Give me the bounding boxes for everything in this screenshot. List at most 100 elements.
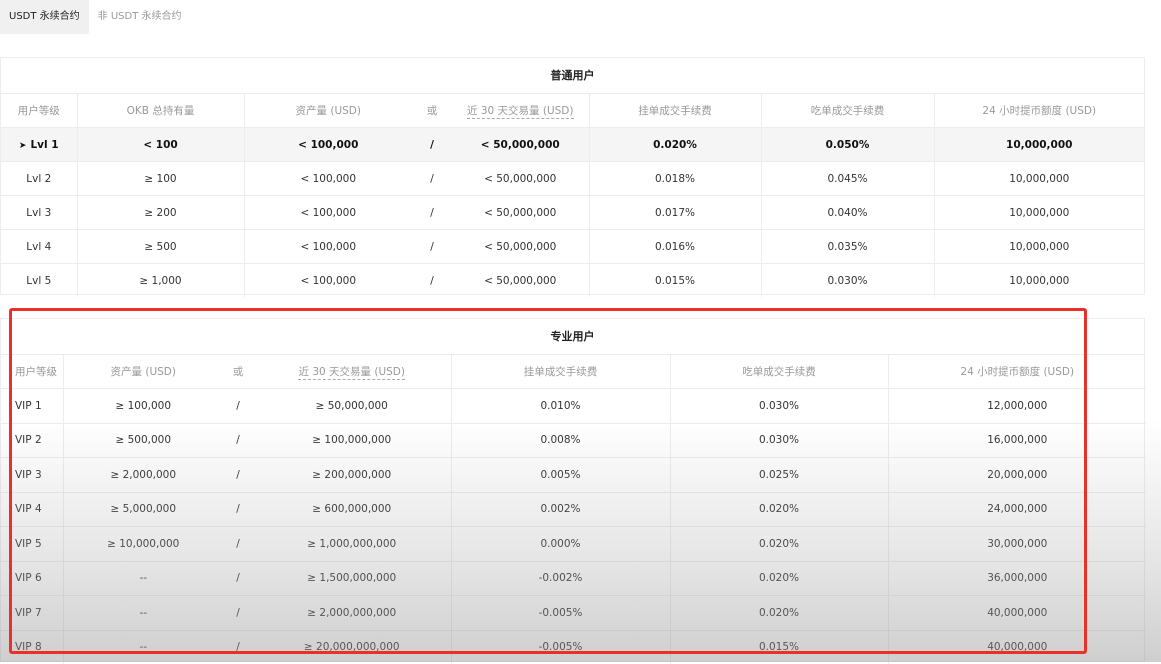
cell-maker-fee: 0.015% (589, 263, 762, 297)
cell-level: VIP 4 (1, 492, 64, 527)
cell-withdraw-limit: 10,000,000 (934, 229, 1144, 264)
normal-users-panel: 普通用户 用户等级 OKB 总持有量 资产量 (USD) 或 近 30 天交易量… (0, 57, 1145, 297)
cell-value: 10,000,000 (1009, 274, 1070, 287)
cell-volume: ≥ 1,500,000,000 (253, 561, 452, 596)
volume-tooltip-label[interactable]: 近 30 天交易量 (USD) (466, 105, 574, 119)
table-row: VIP 7 -- / ≥ 2,000,000,000 -0.005% 0.020% 40,0… (1, 595, 1146, 631)
volume-tooltip-label[interactable]: 近 30 天交易量 (USD) (298, 366, 405, 380)
cell-maker-fee: -0.002% (451, 561, 671, 596)
col-header-taker-fee: 吃单成交手续费 (761, 94, 935, 128)
cell-level: VIP 3 (1, 457, 64, 493)
table-row: VIP 3 ≥ 2,000,000/≥ 200,000,000 0.005% 0.02… (1, 457, 1146, 493)
cell-okb: < 100 (77, 127, 245, 162)
cell-assets: ≥ 100,000 (63, 388, 223, 424)
cell-maker-fee: -0.005% (451, 630, 671, 664)
cell-withdraw-limit: 12,000,000 (888, 388, 1146, 424)
cell-level: VIP 7 (1, 595, 64, 631)
cell-value: < 50,000,000 (484, 206, 557, 219)
cell-value: 10,000,000 (1009, 240, 1070, 253)
cell-okb: ≥ 100 (77, 161, 245, 196)
cell-level: Lvl 3 (1, 195, 78, 230)
cell-maker-fee: -0.005% (451, 595, 671, 631)
cell-withdraw-limit: 10,000,000 (934, 161, 1144, 196)
cell-maker-fee: 0.018% (589, 161, 762, 196)
cell-maker-fee: 0.000% (451, 526, 671, 562)
cell-value: / (430, 138, 434, 151)
cell-value: 0.020% (653, 138, 697, 151)
table-row: Lvl 3 ≥ 200 < 100,000 / < 50,000,000 0.017% 0.… (1, 195, 1144, 230)
col-header-okb: OKB 总持有量 (77, 94, 245, 128)
col-header-volume[interactable]: 近 30 天交易量 (USD) (253, 355, 452, 389)
table-row: ➤ Lvl 1 < 100 < 100,000 / < 50,000,000 0.020% 0… (1, 127, 1144, 162)
cell-value: 0.015% (654, 274, 696, 287)
cell-value: < 50,000,000 (484, 274, 557, 287)
normal-users-table: 用户等级 OKB 总持有量 资产量 (USD) 或 近 30 天交易量 (USD… (1, 94, 1144, 297)
contract-type-tabs: USDT 永续合约 非 USDT 永续合约 (0, 0, 191, 34)
tab-usdt-perpetual[interactable]: USDT 永续合约 (0, 0, 89, 34)
cell-value: Lvl 3 (26, 206, 52, 219)
table-row: Lvl 5 ≥ 1,000 < 100,000 / < 50,000,000 0.015%… (1, 263, 1144, 298)
cell-value: 0.018% (654, 172, 696, 185)
col-header-assets: 资产量 (USD) (63, 355, 223, 389)
cell-okb: ≥ 1,000 (77, 263, 245, 297)
cell-withdraw-limit: 10,000,000 (934, 264, 1144, 298)
cell-or: / (223, 561, 253, 596)
col-header-maker-fee: 挂单成交手续费 (589, 94, 762, 128)
cell-volume: ≥ 50,000,000 (253, 388, 452, 424)
cell-okb: ≥ 200 (77, 195, 245, 230)
cell-value: 0.040% (827, 206, 868, 219)
cell-withdraw-limit: 30,000,000 (888, 526, 1146, 562)
pro-users-panel: 专业用户 用户等级 资产量 (USD) 或 近 30 天交易量 (USD) 挂单… (0, 318, 1146, 664)
cell-maker-fee: 0.017% (589, 195, 762, 230)
col-header-volume[interactable]: 近 30 天交易量 (USD) (452, 94, 590, 128)
cell-taker-fee: 0.015% (670, 630, 889, 664)
cell-taker-fee: 0.020% (670, 561, 889, 596)
cell-maker-fee: 0.020% (589, 127, 762, 162)
cell-taker-fee: 0.030% (670, 423, 889, 458)
cell-or: / (412, 264, 452, 298)
cell-or: / (223, 388, 253, 424)
cell-level: Lvl 5 (1, 263, 78, 297)
table-row: VIP 4 ≥ 5,000,000/≥ 600,000,000 0.002% 0.02… (1, 492, 1146, 527)
cell-assets: -- (139, 641, 148, 654)
cell-assets: -- (63, 561, 223, 596)
cell-value: < 50,000,000 (484, 240, 557, 253)
cell-withdraw-limit: 24,000,000 (888, 492, 1146, 527)
cell-withdraw-limit: 40,000,000 (888, 595, 1146, 631)
cell-taker-fee: 0.030% (670, 388, 889, 424)
cell-or: / (412, 161, 452, 196)
col-header-withdraw-limit: 24 小时提币额度 (USD) (934, 94, 1144, 128)
cell-value: 10,000,000 (1009, 206, 1070, 219)
col-header-or: 或 (223, 355, 253, 389)
cell-okb: ≥ 500 (77, 229, 245, 264)
cell-taker-fee: 0.025% (670, 457, 889, 493)
cell-value: 0.030% (827, 274, 868, 287)
table-header-row: 用户等级 OKB 总持有量 资产量 (USD) 或 近 30 天交易量 (USD… (1, 94, 1144, 128)
cell-assets: < 100,000 (244, 127, 412, 162)
col-header-level: 用户等级 (1, 355, 64, 389)
cell-maker-fee: 0.016% (589, 229, 762, 264)
cell-taker-fee: 0.020% (670, 492, 889, 527)
cell-value: / (430, 240, 434, 253)
cell-assets: ≥ 2,000,000 (63, 457, 223, 493)
pro-users-title: 专业用户 (1, 319, 1144, 355)
cell-value: < 50,000,000 (484, 172, 557, 185)
cell-value: < 100,000 (300, 240, 357, 253)
cell-taker-fee: 0.040% (761, 195, 935, 230)
cell-value: 10,000,000 (1006, 138, 1073, 151)
cell-maker-fee: 0.008% (451, 423, 671, 458)
tab-non-usdt-perpetual[interactable]: 非 USDT 永续合约 (89, 0, 191, 34)
cell-maker-fee: 0.002% (451, 492, 671, 527)
cell-value: / (430, 274, 434, 287)
cell-level: VIP 8 (1, 630, 64, 664)
cell-maker-fee: 0.010% (451, 388, 671, 424)
table-row: Lvl 4 ≥ 500 < 100,000 / < 50,000,000 0.016% 0.… (1, 229, 1144, 264)
cell-value: ≥ 1,000 (139, 274, 182, 287)
cell-or: / (412, 127, 452, 162)
cell-or: / (412, 229, 452, 264)
cell-assets: < 100,000 (244, 264, 412, 298)
cell-withdraw-limit: 36,000,000 (888, 561, 1146, 596)
cell-assets: < 100,000 (244, 195, 412, 230)
cell-value: 0.050% (825, 138, 870, 151)
cell-or: / (223, 423, 253, 458)
